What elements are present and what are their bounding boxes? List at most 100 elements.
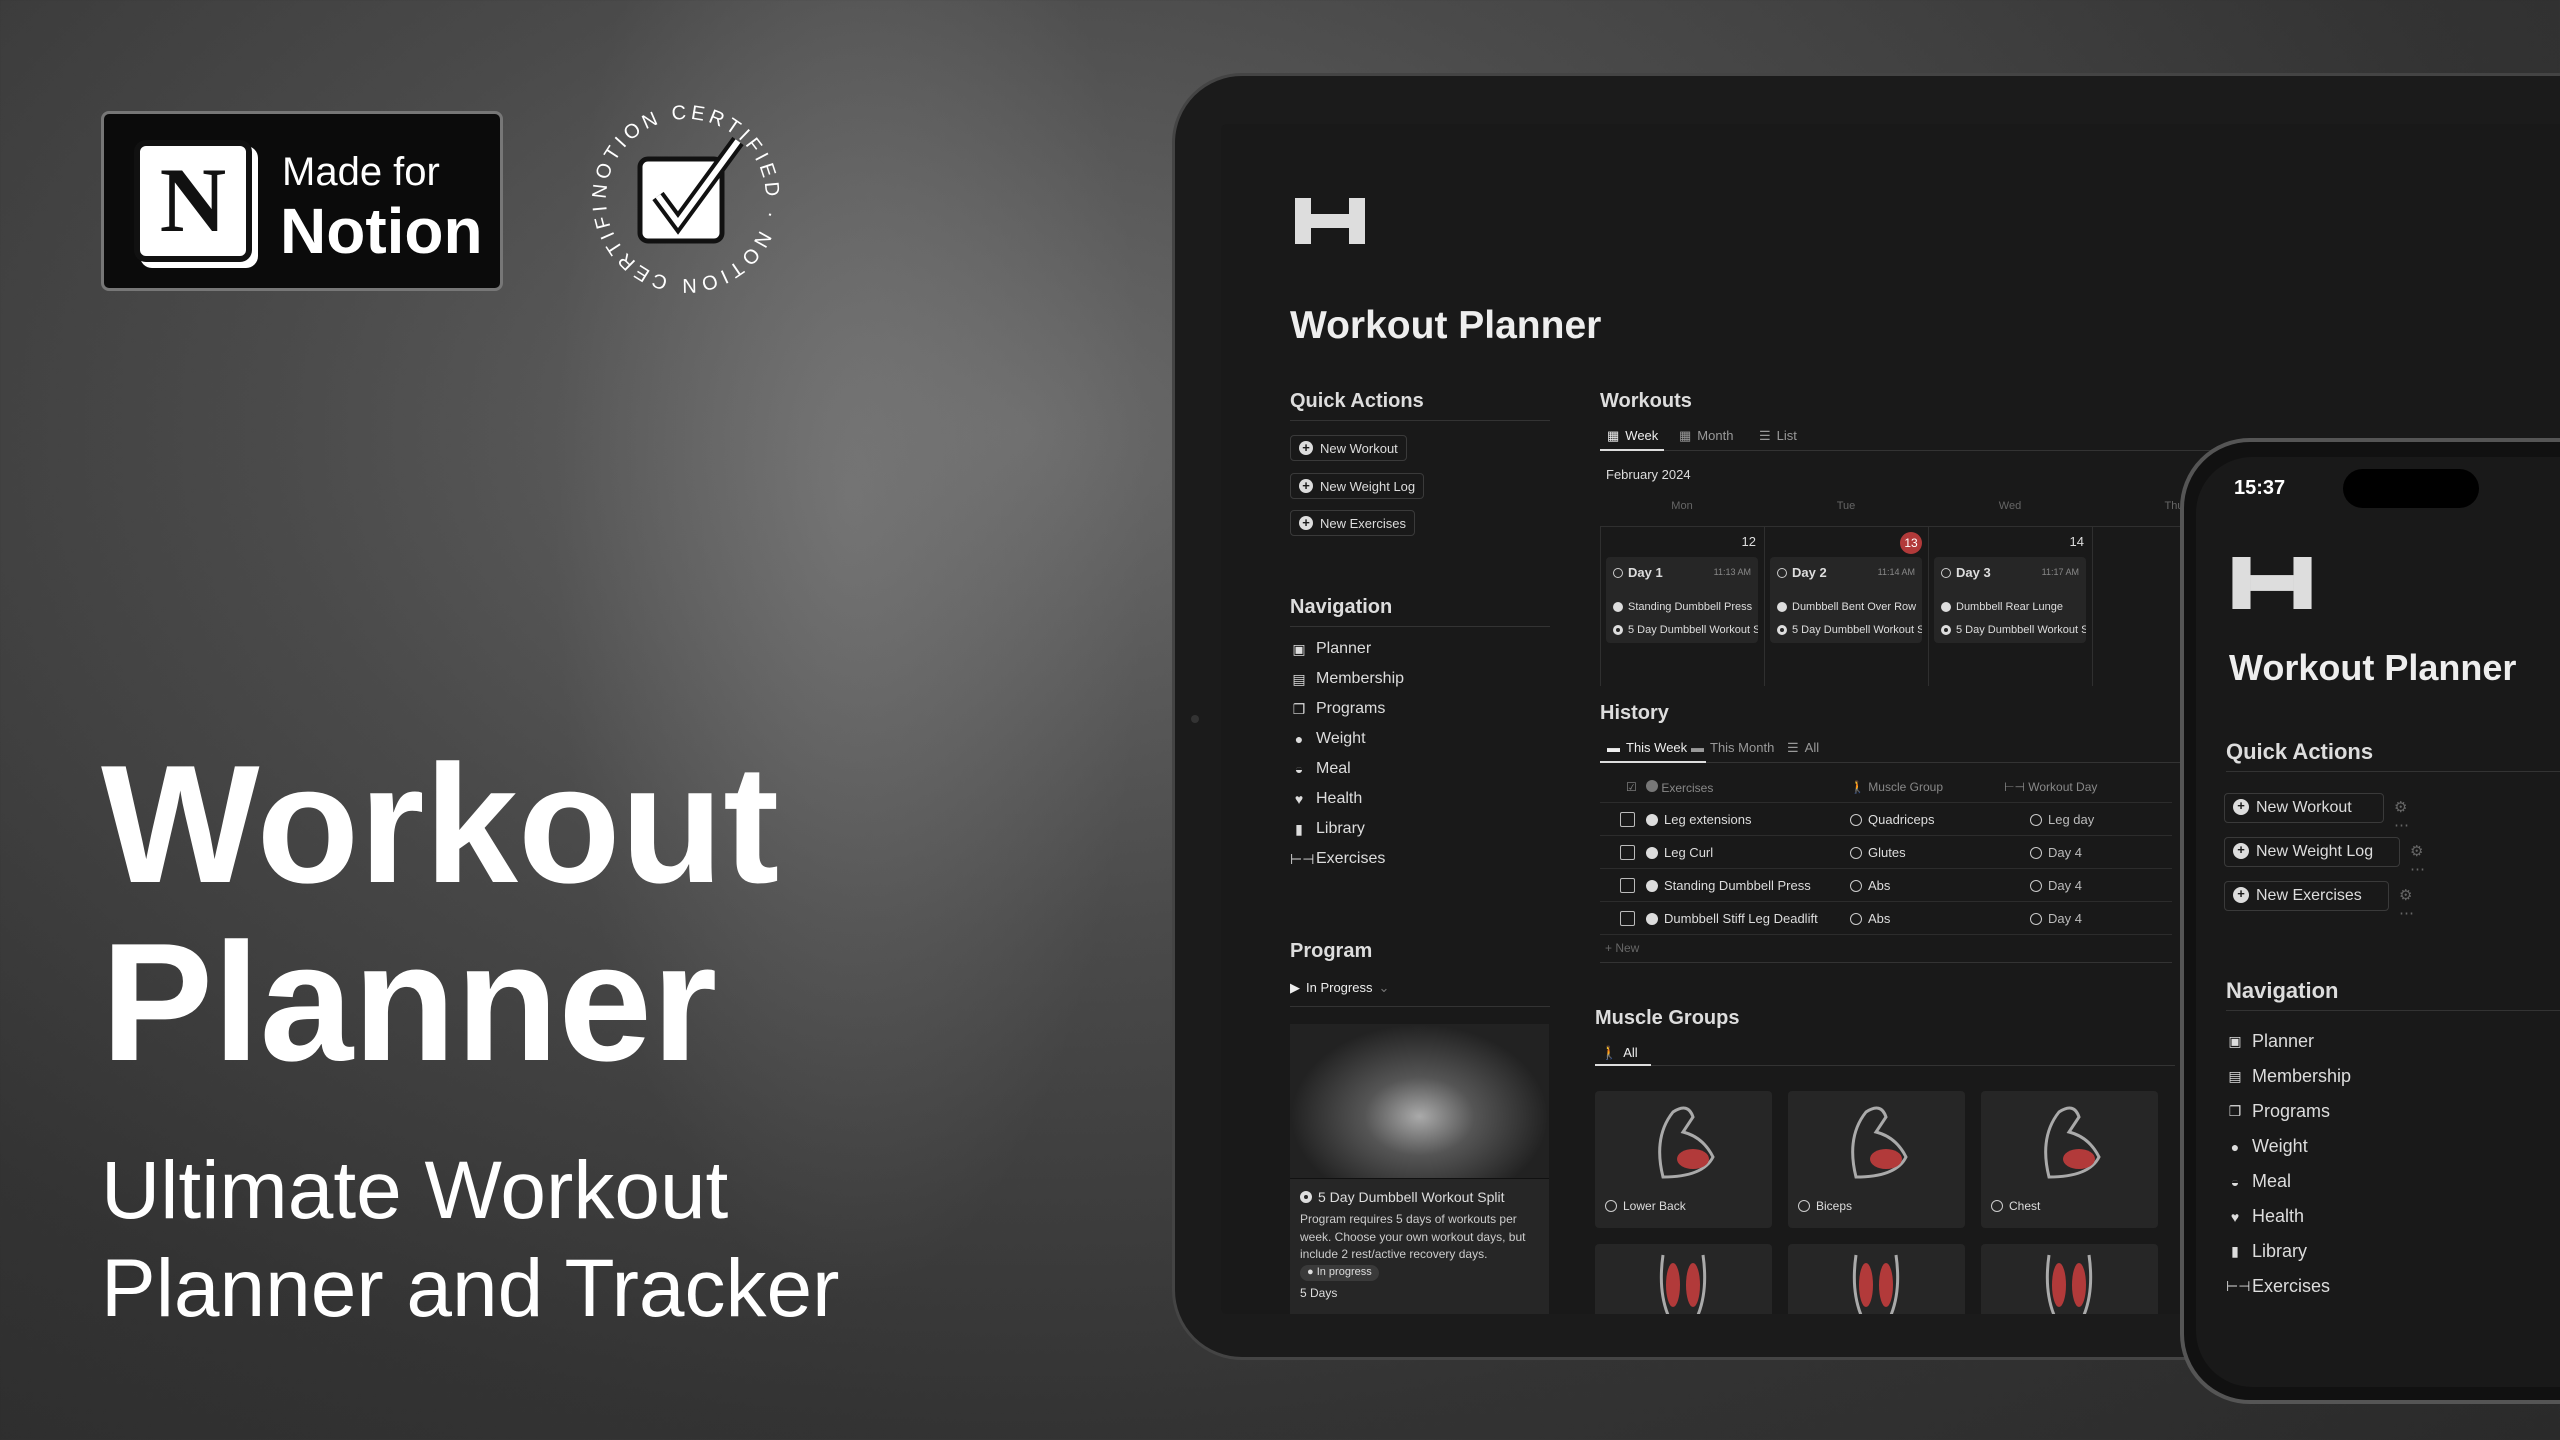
day-header: Tue	[1836, 500, 1856, 512]
workout-event-card[interactable]: Day 1 11:13 AM Standing Dumbbell Press 5…	[1606, 557, 1758, 643]
program-card[interactable]: 5 Day Dumbbell Workout Split Program req…	[1290, 1024, 1549, 1314]
person-icon: 🚶	[1601, 1045, 1618, 1060]
muscle-group-card[interactable]	[1981, 1244, 2158, 1314]
user-circle-icon: ●	[2230, 1138, 2240, 1155]
program-filter-dropdown[interactable]: ▶ In Progress ⌄	[1290, 980, 1389, 996]
phone-nav-item[interactable]: ♥ Health	[2226, 1206, 2351, 1227]
dumbbell-logo-icon	[1295, 198, 1365, 244]
table-row[interactable]: Dumbbell Stiff Leg Deadlift Abs Day 4	[1600, 902, 2172, 935]
today-date-badge: 13	[1900, 532, 1922, 554]
id-card-icon: ▤	[1292, 670, 1306, 687]
column-muscle-group: 🚶 Muscle Group	[1850, 780, 1943, 794]
column-exercises: Exercises	[1646, 780, 1713, 795]
heart-icon: ♥	[1294, 791, 1304, 807]
workout-event-card[interactable]: Day 2 11:14 AM Dumbbell Bent Over Row 5 …	[1770, 557, 1922, 643]
chevron-down-icon: ⌄	[1378, 980, 1390, 995]
nav-item-meal[interactable]: ◒ Meal	[1290, 760, 1404, 778]
table-row[interactable]: Leg Curl Glutes Day 4	[1600, 836, 2172, 869]
calendar-icon: ▦	[1607, 428, 1620, 443]
bookmark-icon: ▮	[2231, 1243, 2239, 1259]
legs-muscle-icon	[2045, 1254, 2093, 1314]
hero-subtitle-line2: Planner and Tracker	[101, 1243, 840, 1334]
day-header: Wed	[1998, 500, 2022, 512]
gear-icon[interactable]: ⚙ ⋯	[2410, 842, 2425, 878]
phone-quick-action-button[interactable]: + New Weight Log	[2224, 837, 2400, 867]
nav-item-membership[interactable]: ▤ Membership	[1290, 670, 1404, 688]
calendar-icon: ▬	[1607, 740, 1620, 755]
navigation-label: Navigation	[1290, 596, 1393, 618]
phone-quick-action-button[interactable]: + New Exercises	[2224, 881, 2389, 911]
nav-item-planner[interactable]: ▣ Planner	[1290, 640, 1404, 658]
phone-nav-item[interactable]: ● Weight	[2226, 1136, 2351, 1157]
phone-nav-item[interactable]: ▮ Library	[2226, 1241, 2351, 1262]
muscle-groups-label: Muscle Groups	[1595, 1007, 1740, 1029]
calendar-cell[interactable]: 13 Day 2 11:14 AM Dumbbell Bent Over Row…	[1764, 526, 1928, 686]
gear-icon[interactable]: ⚙ ⋯	[2394, 798, 2409, 834]
muscle-icon	[1658, 1106, 1715, 1179]
tab-list[interactable]: ☰ List	[1759, 428, 1797, 444]
badge-line1: Made for	[282, 150, 440, 194]
nav-item-weight[interactable]: ● Weight	[1290, 730, 1404, 748]
row-checkbox[interactable]	[1620, 845, 1635, 860]
day-header: Mon	[1671, 500, 1693, 512]
nav-item-health[interactable]: ♥ Health	[1290, 790, 1404, 808]
row-checkbox[interactable]	[1620, 911, 1635, 926]
plus-icon: +	[1299, 441, 1313, 455]
cell-date: 14	[2069, 534, 2084, 549]
calendar-icon: ▬	[1691, 740, 1704, 755]
calendar-icon: ▦	[1679, 428, 1692, 443]
legs-muscle-icon	[1852, 1254, 1900, 1314]
gear-icon[interactable]: ⚙ ⋯	[2399, 886, 2414, 922]
phone-screen: 15:37 ▂▄▆ Workout Planner Quick Actions …	[2196, 457, 2560, 1387]
new-weight-log-button[interactable]: + New Weight Log	[1290, 473, 1425, 499]
tab-all-muscles[interactable]: 🚶 All	[1601, 1045, 1638, 1061]
row-checkbox[interactable]	[1620, 812, 1635, 827]
play-circle-icon: ▶	[1290, 980, 1300, 995]
status-time: 15:37	[2234, 477, 2286, 499]
new-row-button[interactable]: + New	[1605, 941, 1639, 955]
nav-item-exercises[interactable]: ⊢⊣ Exercises	[1290, 850, 1404, 868]
phone-nav-item[interactable]: ▤ Membership	[2226, 1066, 2351, 1087]
tab-this-week[interactable]: ▬ This Week	[1607, 740, 1687, 755]
status-badge: ● In progress	[1300, 1265, 1379, 1282]
notion-logo: N	[134, 140, 252, 262]
column-workout-day: ⊢⊣ Workout Day	[2004, 780, 2098, 794]
nav-item-programs[interactable]: ❐ Programs	[1290, 700, 1404, 718]
new-workout-button[interactable]: + New Workout	[1290, 435, 1407, 461]
user-circle-icon: ●	[1294, 731, 1304, 747]
phone-nav-item[interactable]: ▣ Planner	[2226, 1031, 2351, 1052]
tab-week[interactable]: ▦ Week	[1607, 428, 1658, 444]
plus-icon: +	[1299, 479, 1313, 493]
phone-nav-item[interactable]: ⊢⊣ Exercises	[2226, 1276, 2351, 1297]
calendar-cell[interactable]: 14 Day 3 11:17 AM Dumbbell Rear Lunge 5 …	[1928, 526, 2092, 686]
row-checkbox[interactable]	[1620, 878, 1635, 893]
muscle-group-card[interactable]: Chest	[1981, 1091, 2158, 1228]
new-exercises-button[interactable]: + New Exercises	[1290, 510, 1415, 536]
table-row[interactable]: Leg extensions Quadriceps Leg day	[1600, 803, 2172, 836]
tab-this-month[interactable]: ▬ This Month	[1691, 740, 1774, 755]
phone-nav-item[interactable]: ❐ Programs	[2226, 1101, 2351, 1122]
made-for-notion-badge: N Made for Notion	[101, 111, 503, 291]
person-icon: 🚶	[1850, 780, 1865, 794]
hero-subtitle-line1: Ultimate Workout	[101, 1145, 729, 1236]
phone-quick-action-button[interactable]: + New Workout	[2224, 793, 2384, 823]
muscle-group-card[interactable]: Lower Back	[1595, 1091, 1772, 1228]
dumbbell-icon: ⊢⊣	[2226, 1278, 2251, 1294]
muscle-group-card[interactable]: Biceps	[1788, 1091, 1965, 1228]
muscle-icon	[1851, 1106, 1908, 1179]
table-row[interactable]: Standing Dumbbell Press Abs Day 4	[1600, 869, 2172, 902]
calendar-cell[interactable]: 12 Day 1 11:13 AM Standing Dumbbell Pres…	[1600, 526, 1764, 686]
tab-all[interactable]: ☰ All	[1787, 740, 1819, 756]
notion-certified-seal: NOTION CERTIFIED · NOTION CERTIFIED ·	[588, 101, 779, 296]
muscle-group-card[interactable]	[1595, 1244, 1772, 1314]
phone-quick-actions-label: Quick Actions	[2226, 739, 2374, 764]
phone-nav-item[interactable]: ◒ Meal	[2226, 1171, 2351, 1192]
dumbbell-logo-icon	[2232, 557, 2312, 609]
nav-item-library[interactable]: ▮ Library	[1290, 820, 1404, 838]
tab-month[interactable]: ▦ Month	[1679, 428, 1733, 444]
muscle-group-card[interactable]	[1788, 1244, 1965, 1314]
workout-event-card[interactable]: Day 3 11:17 AM Dumbbell Rear Lunge 5 Day…	[1934, 557, 2086, 643]
copy-icon: ❐	[2228, 1103, 2242, 1119]
program-days: 5 Days	[1300, 1286, 1338, 1301]
bookmark-icon: ▮	[1295, 820, 1303, 837]
